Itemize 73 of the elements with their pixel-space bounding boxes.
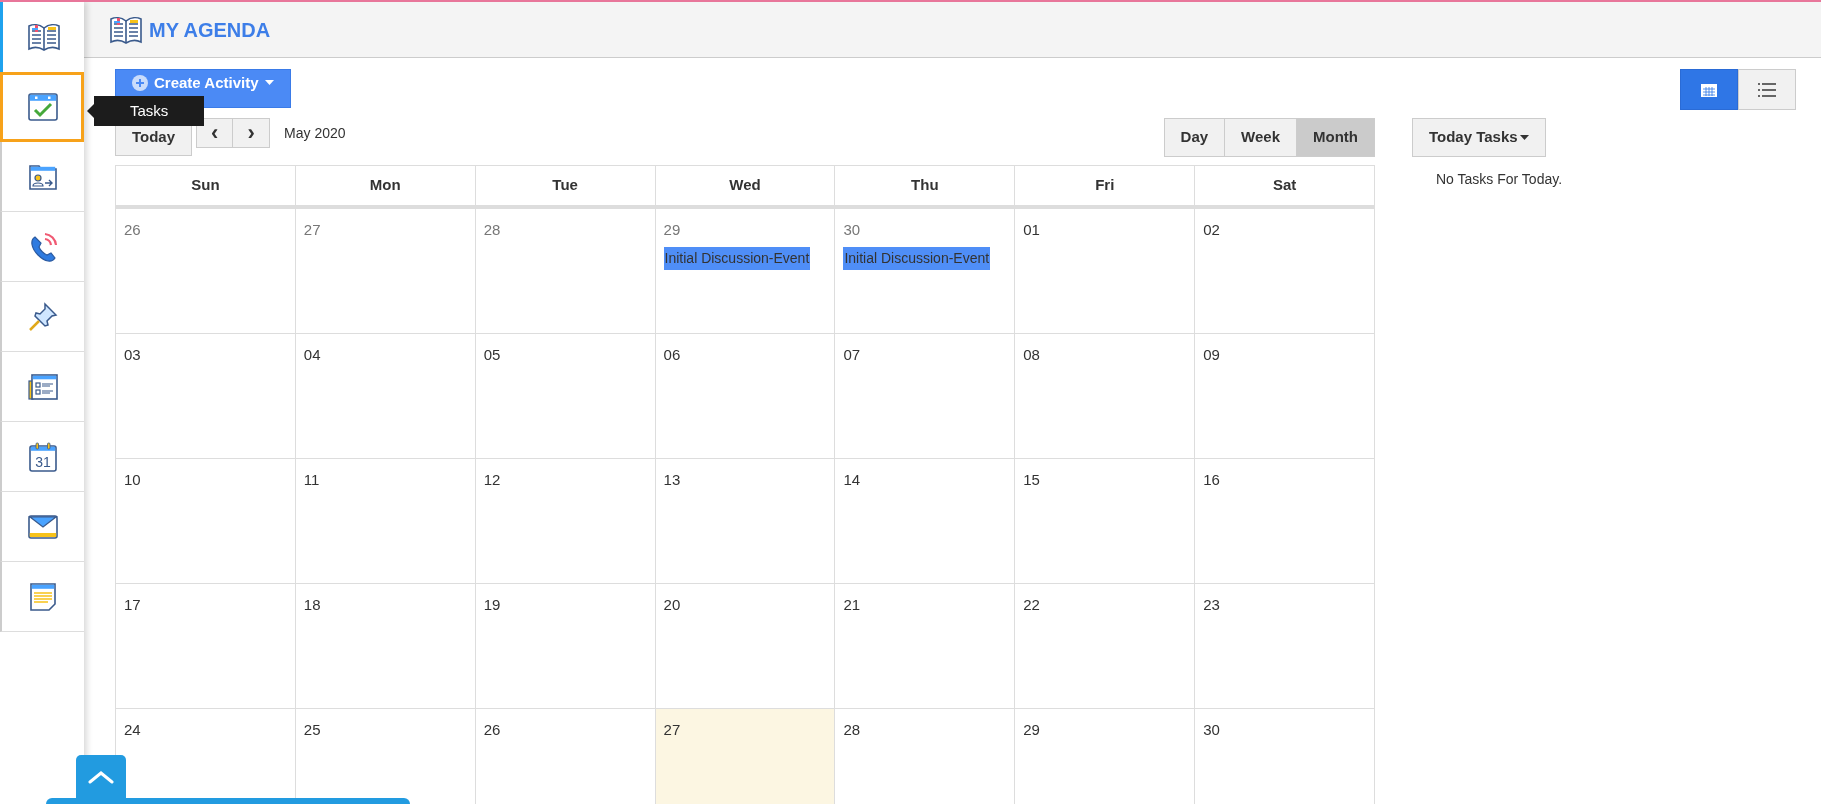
tooltip: Tasks xyxy=(94,96,205,126)
sidebar-item[interactable] xyxy=(0,2,84,72)
next-button[interactable]: › xyxy=(233,118,271,148)
caret-icon xyxy=(1519,135,1529,140)
day-number: 29 xyxy=(663,220,681,240)
weekday-header: Fri xyxy=(1015,166,1196,209)
day-number: 02 xyxy=(1203,220,1220,240)
sidebar-item[interactable]: 31 xyxy=(0,422,84,492)
envelope-icon xyxy=(27,512,59,541)
calendar-check-icon xyxy=(27,91,59,122)
empty-tasks-message: No Tasks For Today. xyxy=(1436,170,1563,189)
day-number: 07 xyxy=(843,345,861,365)
day-number: 21 xyxy=(843,595,861,615)
weekday-header: Mon xyxy=(295,166,476,209)
pushpin-icon xyxy=(28,301,58,332)
day-number: 18 xyxy=(303,595,321,615)
month-title: May 2020 xyxy=(284,124,346,143)
day-number: 08 xyxy=(1023,345,1040,365)
day-number: 27 xyxy=(303,220,321,240)
book-icon xyxy=(109,14,143,45)
book-icon xyxy=(26,22,61,52)
tooltip-arrow xyxy=(87,104,94,118)
day-number: 28 xyxy=(843,720,861,740)
weekday-header: Sun xyxy=(116,166,296,209)
chevron-up-icon xyxy=(88,769,114,784)
list-icon xyxy=(1758,82,1776,97)
day-number: 29 xyxy=(1023,720,1040,740)
day-number: 28 xyxy=(483,220,501,240)
day-number: 26 xyxy=(124,220,141,240)
day-number: 26 xyxy=(483,720,501,740)
day-number: 13 xyxy=(663,470,681,490)
notepad-icon xyxy=(28,581,58,612)
day-number: 24 xyxy=(124,720,141,740)
page-title: MY AGENDA xyxy=(149,17,271,43)
day-number: 16 xyxy=(1203,470,1220,490)
day-number: 01 xyxy=(1023,220,1040,240)
day-number: 20 xyxy=(663,595,681,615)
weekday-header: Thu xyxy=(835,166,1016,209)
list-view-button[interactable] xyxy=(1738,69,1796,110)
day-number: 10 xyxy=(124,470,141,490)
weekday-header: Wed xyxy=(655,166,836,209)
day-number: 25 xyxy=(303,720,321,740)
weekday-header: Tue xyxy=(475,166,656,209)
today-tasks-dropdown[interactable]: Today Tasks xyxy=(1412,118,1546,157)
previous-button[interactable]: ‹ xyxy=(196,118,234,148)
day-number: 15 xyxy=(1023,470,1040,490)
day-number: 11 xyxy=(303,470,320,490)
day-number: 05 xyxy=(483,345,501,365)
view-tab[interactable]: Day xyxy=(1163,118,1226,157)
calendar-event[interactable]: Initial Discussion-Event xyxy=(843,246,991,270)
view-tab[interactable]: Month xyxy=(1297,118,1375,157)
day-number: 17 xyxy=(124,595,141,615)
day-number: 22 xyxy=(1023,595,1040,615)
day-number: 06 xyxy=(663,345,681,365)
view-tab[interactable]: Week xyxy=(1225,118,1297,157)
day-number: 30 xyxy=(1203,720,1220,740)
calendar-icon xyxy=(1701,82,1717,97)
weekday-header: Sat xyxy=(1195,166,1375,209)
day-number: 09 xyxy=(1203,345,1220,365)
day-number: 04 xyxy=(303,345,321,365)
day-number: 19 xyxy=(483,595,501,615)
day-number: 03 xyxy=(124,345,141,365)
calendar-view-button[interactable] xyxy=(1680,69,1738,110)
scroll-top-button[interactable] xyxy=(76,755,126,798)
day-number: 23 xyxy=(1203,595,1220,615)
day-number: 30 xyxy=(843,220,861,240)
caret-icon xyxy=(264,80,274,85)
calendar-event[interactable]: Initial Discussion-Event xyxy=(663,246,811,270)
form-icon xyxy=(27,371,59,402)
day-number: 14 xyxy=(843,470,861,490)
day-number: 12 xyxy=(483,470,501,490)
plus-icon xyxy=(132,75,148,91)
day-number: 27 xyxy=(663,720,681,740)
